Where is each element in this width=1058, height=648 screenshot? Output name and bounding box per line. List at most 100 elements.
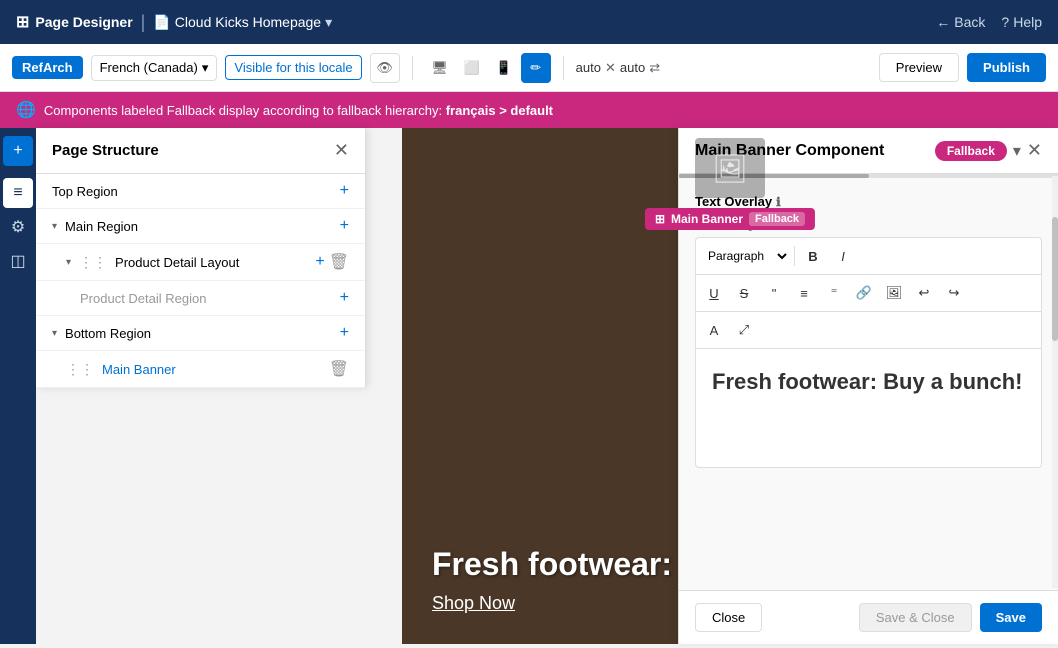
ps-item-label: Bottom Region xyxy=(65,326,336,341)
save-button[interactable]: Save xyxy=(980,603,1042,632)
auto-width: auto ✕ auto ⇄ xyxy=(576,60,660,76)
toolbar-separator-2 xyxy=(563,56,564,80)
nav-divider: | xyxy=(141,12,146,33)
rich-text-toolbar-row2: U S " ≡ ⁼ 🔗 🖼 ↩ ↪ xyxy=(695,274,1042,311)
ps-item-label: Top Region xyxy=(52,184,336,199)
nav-right: ← Back ? Help xyxy=(936,14,1042,30)
save-close-button[interactable]: Save & Close xyxy=(859,603,972,632)
view-mode-icons: 🖥 ⬜ 📱 ✏ xyxy=(425,53,551,83)
help-button[interactable]: ? Help xyxy=(1001,14,1042,30)
page-structure-header: Page Structure ✕ xyxy=(36,128,365,174)
underline-button[interactable]: U xyxy=(700,279,728,307)
paragraph-select[interactable]: Paragraph xyxy=(700,242,790,270)
preview-button[interactable]: Preview xyxy=(879,53,959,82)
back-arrow-icon: ← xyxy=(936,14,950,30)
chevron-icon: ▾ xyxy=(66,257,71,268)
image-placeholder: 🖼 xyxy=(695,138,765,198)
list-item[interactable]: ▾ Main Region + xyxy=(36,209,365,244)
panel-dropdown-button[interactable]: ▾ xyxy=(1013,141,1021,161)
main-toolbar: RefArch French (Canada) ▾ Visible for th… xyxy=(0,44,1058,92)
list-item[interactable]: ▾ ⋮⋮ Product Detail Layout + 🗑 xyxy=(36,244,365,281)
list-item[interactable]: ⋮⋮ Main Banner 🗑 xyxy=(36,351,365,388)
italic-button[interactable]: I xyxy=(829,242,857,270)
tag-icon: ⊞ xyxy=(655,212,665,226)
page-structure-title: Page Structure xyxy=(52,142,159,159)
desktop-view-icon[interactable]: 🖥 xyxy=(425,53,455,83)
app-name: ⊞ Page Designer xyxy=(16,12,133,32)
list-item[interactable]: ▾ Bottom Region + xyxy=(36,316,365,351)
content-button[interactable]: ◫ xyxy=(3,246,33,276)
delete-product-layout-button[interactable]: 🗑 xyxy=(329,252,349,272)
tablet-view-icon[interactable]: ⬜ xyxy=(457,53,487,83)
list-item[interactable]: Product Detail Region + xyxy=(36,281,365,316)
rich-text-toolbar-row3: A ⤢ xyxy=(695,311,1042,348)
link-button[interactable]: 🔗 xyxy=(850,279,878,307)
redo-button[interactable]: ↪ xyxy=(940,279,968,307)
add-top-region-button[interactable]: + xyxy=(340,182,349,200)
app-label: Page Designer xyxy=(35,14,132,30)
drag-handle-icon[interactable]: ⋮⋮ xyxy=(66,361,94,378)
ps-item-label: Main Banner xyxy=(102,362,325,377)
vertical-scrollbar[interactable] xyxy=(1052,176,1058,588)
font-size-button[interactable]: A xyxy=(700,316,728,344)
add-component-button[interactable]: + xyxy=(3,136,33,166)
main-layout: + ≡ ⚙ ◫ Page Structure ✕ Top Region + ▾ … xyxy=(0,128,1058,644)
chevron-icon: ▾ xyxy=(52,328,57,339)
ps-item-label: Product Detail Region xyxy=(80,291,336,306)
delete-main-banner-button[interactable]: 🗑 xyxy=(329,359,349,379)
publish-button[interactable]: Publish xyxy=(967,53,1046,82)
main-banner-tag: ⊞ Main Banner Fallback xyxy=(645,208,815,230)
ps-item-label: Main Region xyxy=(65,219,336,234)
add-main-region-button[interactable]: + xyxy=(340,217,349,235)
locale-selector[interactable]: French (Canada) ▾ xyxy=(91,55,218,81)
strikethrough-button[interactable]: S xyxy=(730,279,758,307)
rich-text-content[interactable]: Fresh footwear: Buy a bunch! xyxy=(695,348,1042,468)
grid-icon: ⊞ xyxy=(16,12,29,32)
list-item[interactable]: Top Region + xyxy=(36,174,365,209)
info-icon[interactable]: ℹ xyxy=(776,195,781,209)
fallback-badge: Fallback xyxy=(749,212,805,226)
page-title-label: Cloud Kicks Homepage xyxy=(175,14,321,30)
bold-button[interactable]: B xyxy=(799,242,827,270)
page-title-nav: 📄 Cloud Kicks Homepage ▾ xyxy=(153,14,332,31)
rp-header-controls: Fallback ▾ ✕ xyxy=(935,140,1042,161)
top-nav: ⊞ Page Designer | 📄 Cloud Kicks Homepage… xyxy=(0,0,1058,44)
page-icon: 📄 xyxy=(153,14,170,31)
fallback-badge: Fallback xyxy=(935,141,1007,161)
close-button[interactable]: Close xyxy=(695,603,762,632)
nav-left: ⊞ Page Designer | 📄 Cloud Kicks Homepage… xyxy=(16,12,332,33)
panel-close-button[interactable]: ✕ xyxy=(1027,140,1042,161)
info-banner: 🌐 Components labeled Fallback display ac… xyxy=(0,92,1058,128)
left-sidebar: + ≡ ⚙ ◫ xyxy=(0,128,36,644)
chevron-down-icon[interactable]: ▾ xyxy=(325,14,332,31)
pen-view-icon[interactable]: ✏ xyxy=(521,53,551,83)
add-bottom-region-button[interactable]: + xyxy=(340,324,349,342)
structure-button[interactable]: ≡ xyxy=(3,178,33,208)
add-product-layout-button[interactable]: + xyxy=(315,253,324,271)
undo-button[interactable]: ↩ xyxy=(910,279,938,307)
settings-button[interactable]: ⚙ xyxy=(3,212,33,242)
expand-button[interactable]: ⤢ xyxy=(730,316,758,344)
content-text: Fresh footwear: Buy a bunch! xyxy=(712,369,1025,395)
numbered-list-button[interactable]: ⁼ xyxy=(820,279,848,307)
locale-chevron-icon: ▾ xyxy=(202,60,209,76)
eye-icon[interactable]: 👁 xyxy=(370,53,400,83)
times-icon: ✕ xyxy=(605,60,616,76)
toolbar-sep-1 xyxy=(794,246,795,266)
swap-icon[interactable]: ⇄ xyxy=(649,60,660,76)
mobile-view-icon[interactable]: 📱 xyxy=(489,53,519,83)
page-structure-close-button[interactable]: ✕ xyxy=(334,140,349,161)
rich-text-toolbar: Paragraph B I xyxy=(695,237,1042,274)
drag-handle-icon[interactable]: ⋮⋮ xyxy=(79,254,107,271)
info-text: Components labeled Fallback display acco… xyxy=(44,103,553,118)
blockquote-button[interactable]: " xyxy=(760,279,788,307)
back-button[interactable]: ← Back xyxy=(936,14,985,30)
chevron-icon: ▾ xyxy=(52,221,57,232)
bullet-list-button[interactable]: ≡ xyxy=(790,279,818,307)
toolbar-actions: Preview Publish xyxy=(879,53,1046,82)
add-product-region-button[interactable]: + xyxy=(340,289,349,307)
image-button[interactable]: 🖼 xyxy=(880,279,908,307)
visible-locale-link[interactable]: Visible for this locale xyxy=(225,55,361,80)
locale-label: French (Canada) xyxy=(100,60,198,75)
right-panel-body[interactable]: Text Overlay ℹ * Heading Paragraph B I xyxy=(679,178,1058,590)
